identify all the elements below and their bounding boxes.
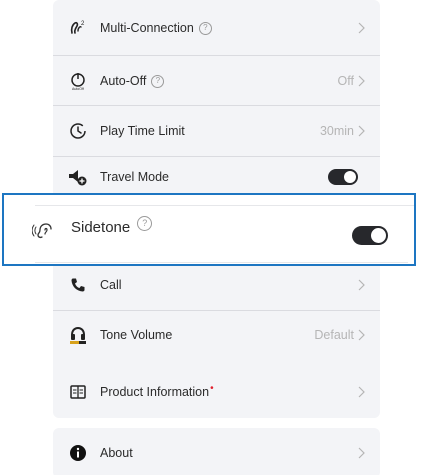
help-icon[interactable]: ? (137, 216, 153, 231)
play-time-limit-label: Play Time Limit (100, 124, 185, 138)
product-information-text: Product Information (100, 385, 210, 399)
play-time-limit-value: 30min (319, 124, 354, 138)
toggle-knob (371, 228, 386, 243)
multi-connection-label: Multi-Connection ? (100, 21, 212, 35)
product-information-label: Product Information • (100, 382, 214, 400)
chevron-right-icon (358, 329, 365, 341)
tone-volume-row[interactable]: Tone Volume Default (53, 310, 380, 360)
travel-mode-text: Travel Mode (100, 170, 170, 184)
auto-off-icon: AutoOff (67, 70, 89, 92)
settings-page: 2 Multi-Connection ? AutoOff Auto-Off ? (0, 0, 422, 475)
phone-icon (67, 274, 89, 296)
sidetone-label: Sidetone ? (71, 216, 153, 236)
auto-off-label: Auto-Off ? (100, 74, 165, 88)
help-icon[interactable]: ? (151, 74, 165, 88)
play-time-limit-row[interactable]: Play Time Limit 30min (53, 106, 380, 156)
svg-text:2: 2 (81, 21, 85, 27)
auto-off-text: Auto-Off (100, 74, 147, 88)
sidetone-toggle[interactable] (352, 226, 388, 245)
product-information-row[interactable]: Product Information • (53, 367, 380, 417)
travel-mode-toggle[interactable] (328, 169, 358, 185)
toggle-knob (344, 171, 356, 183)
chevron-right-icon (358, 75, 365, 87)
chevron-right-icon (358, 125, 365, 137)
multi-connection-row[interactable]: 2 Multi-Connection ? (53, 3, 380, 53)
tone-volume-text: Tone Volume (100, 328, 173, 342)
notification-dot: • (210, 382, 214, 394)
chevron-right-icon (358, 22, 365, 34)
info-icon (67, 442, 89, 464)
play-time-limit-text: Play Time Limit (100, 124, 185, 138)
auto-off-value: Off (337, 74, 354, 88)
call-text: Call (100, 278, 122, 292)
call-row[interactable]: Call (53, 260, 380, 310)
travel-mode-label: Travel Mode (100, 170, 169, 184)
about-row[interactable]: About (53, 428, 380, 475)
sidetone-icon (31, 219, 56, 241)
divider (35, 262, 408, 263)
auto-off-row[interactable]: AutoOff Auto-Off ? Off (53, 56, 380, 106)
tone-volume-icon (67, 324, 89, 346)
chevron-right-icon (358, 447, 365, 459)
travel-mode-icon (67, 166, 89, 188)
sidetone-row-highlight[interactable]: Sidetone ? (2, 193, 416, 266)
product-information-card[interactable]: Product Information • (53, 366, 380, 418)
multi-connection-text: Multi-Connection (100, 21, 194, 35)
chevron-right-icon (358, 386, 365, 398)
call-label: Call (100, 278, 122, 292)
tone-volume-value: Default (314, 328, 354, 342)
divider (35, 205, 414, 206)
multi-connection-icon: 2 (67, 17, 89, 39)
about-card[interactable]: About (53, 428, 380, 475)
clock-icon (67, 120, 89, 142)
about-text: About (100, 446, 133, 460)
svg-text:AutoOff: AutoOff (72, 87, 84, 91)
tone-volume-label: Tone Volume (100, 328, 172, 342)
about-label: About (100, 446, 133, 460)
chevron-right-icon (358, 279, 365, 291)
manual-icon (67, 381, 89, 403)
help-icon[interactable]: ? (198, 21, 212, 35)
sidetone-text: Sidetone (71, 219, 131, 236)
travel-mode-row: Travel Mode (53, 157, 380, 197)
